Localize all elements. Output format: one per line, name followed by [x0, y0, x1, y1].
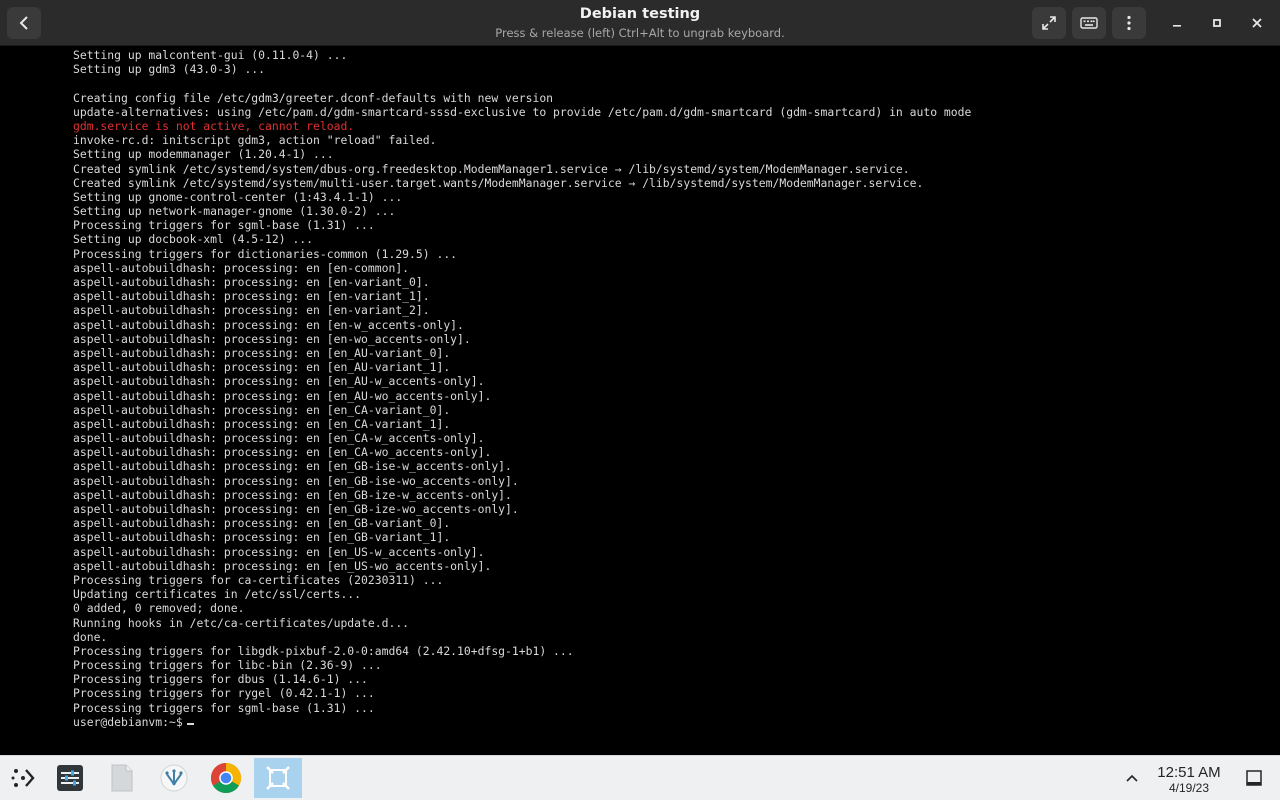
terminal-line: aspell-autobuildhash: processing: en [en… — [73, 388, 492, 403]
terminal-prompt-line[interactable]: user@debianvm:~$ — [73, 715, 971, 729]
files-icon — [111, 764, 133, 792]
terminal-line: aspell-autobuildhash: processing: en [en… — [73, 487, 512, 502]
application-launcher-button[interactable] — [0, 758, 46, 798]
expand-icon — [1042, 16, 1056, 30]
terminal-line: Setting up gdm3 (43.0-3) ... — [73, 62, 266, 77]
terminal-line: Setting up malcontent-gui (0.11.0-4) ... — [73, 48, 348, 62]
keyboard-button[interactable] — [1072, 7, 1106, 39]
terminal-line: Setting up modemmanager (1.20.4-1) ... — [73, 147, 334, 162]
clock-time[interactable]: 12:51 AM — [1148, 764, 1230, 781]
app-launcher-icon — [11, 769, 35, 787]
terminal-line: Created symlink /etc/systemd/system/mult… — [73, 175, 924, 190]
maximize-icon — [1213, 19, 1221, 27]
terminal-line: Processing triggers for sgml-base (1.31)… — [73, 700, 375, 715]
task-virtual-machine[interactable] — [254, 758, 302, 798]
terminal-line: aspell-autobuildhash: processing: en [en… — [73, 459, 512, 474]
system-settings-icon — [57, 765, 83, 791]
show-desktop-button[interactable] — [1232, 758, 1276, 798]
shell-prompt: user@debianvm:~$ — [73, 714, 183, 729]
menu-button[interactable] — [1112, 7, 1146, 39]
text-cursor — [186, 722, 194, 725]
fullscreen-button[interactable] — [1032, 7, 1066, 39]
terminal-line: aspell-autobuildhash: processing: en [en… — [73, 558, 492, 573]
terminal-line: Created symlink /etc/systemd/system/dbus… — [73, 161, 910, 176]
discover-icon — [160, 764, 188, 792]
terminal-line: aspell-autobuildhash: processing: en [en… — [73, 303, 430, 318]
terminal-line: aspell-autobuildhash: processing: en [en… — [73, 345, 451, 360]
terminal-line: Processing triggers for dbus (1.14.6-1) … — [73, 672, 368, 687]
task-chrome[interactable] — [203, 758, 249, 798]
terminal-line: Processing triggers for sgml-base (1.31)… — [73, 218, 375, 233]
terminal-line: Processing triggers for libgdk-pixbuf-2.… — [73, 643, 574, 658]
chrome-icon — [210, 763, 242, 794]
clock-date[interactable]: 4/19/23 — [1148, 781, 1230, 795]
terminal-line: Processing triggers for rygel (0.42.1-1)… — [73, 686, 375, 701]
terminal-line: aspell-autobuildhash: processing: en [en… — [73, 544, 485, 559]
taskbar: 12:51 AM 4/19/23 — [0, 755, 1280, 800]
vm-display-icon — [266, 766, 290, 790]
terminal-line: aspell-autobuildhash: processing: en [en… — [73, 317, 464, 332]
terminal-line: Processing triggers for dictionaries-com… — [73, 246, 458, 261]
terminal-line: update-alternatives: using /etc/pam.d/gd… — [73, 104, 972, 119]
terminal-line: aspell-autobuildhash: processing: en [en… — [73, 374, 485, 389]
show-desktop-icon — [1246, 770, 1262, 786]
keyboard-icon — [1080, 17, 1098, 29]
terminal-line: Creating config file /etc/gdm3/greeter.d… — [73, 90, 554, 105]
terminal-line: invoke-rc.d: initscript gdm3, action "re… — [73, 133, 437, 148]
terminal-line: Setting up docbook-xml (4.5-12) ... — [73, 232, 314, 247]
task-files[interactable] — [99, 758, 145, 798]
terminal-line: Updating certificates in /etc/ssl/certs.… — [73, 587, 362, 602]
close-icon — [1252, 18, 1262, 28]
minimize-icon — [1173, 25, 1181, 27]
terminal-line: 0 added, 0 removed; done. — [73, 601, 245, 616]
terminal-line: aspell-autobuildhash: processing: en [en… — [73, 473, 519, 488]
terminal-line: aspell-autobuildhash: processing: en [en… — [73, 360, 451, 375]
terminal-view[interactable]: Setting up malcontent-gui (0.11.0-4) ...… — [0, 46, 1280, 755]
task-system-settings[interactable] — [47, 758, 93, 798]
window-header: Debian testing Press & release (left) Ct… — [0, 0, 1280, 46]
vertical-dots-icon — [1127, 15, 1131, 31]
minimize-button[interactable] — [1167, 13, 1187, 33]
terminal-line: aspell-autobuildhash: processing: en [en… — [73, 530, 451, 545]
terminal-line: aspell-autobuildhash: processing: en [en… — [73, 445, 492, 460]
terminal-line: aspell-autobuildhash: processing: en [en… — [73, 260, 410, 275]
terminal-line: aspell-autobuildhash: processing: en [en… — [73, 331, 471, 346]
terminal-line: aspell-autobuildhash: processing: en [en… — [73, 516, 451, 531]
terminal-line: aspell-autobuildhash: processing: en [en… — [73, 431, 485, 446]
task-discover[interactable] — [151, 758, 197, 798]
terminal-line: Setting up gnome-control-center (1:43.4.… — [73, 189, 403, 204]
terminal-line: done. — [73, 629, 108, 644]
terminal-line: Running hooks in /etc/ca-certificates/up… — [73, 615, 410, 630]
terminal-line: Processing triggers for libc-bin (2.36-9… — [73, 658, 382, 673]
terminal-line: aspell-autobuildhash: processing: en [en… — [73, 275, 430, 289]
maximize-button[interactable] — [1207, 13, 1227, 33]
terminal-line: Processing triggers for ca-certificates … — [73, 572, 444, 587]
terminal-error-line: gdm.service is not active, cannot reload… — [73, 118, 355, 133]
terminal-line: aspell-autobuildhash: processing: en [en… — [73, 289, 430, 304]
terminal-line: Setting up network-manager-gnome (1.30.0… — [73, 204, 396, 219]
terminal-output: Setting up malcontent-gui (0.11.0-4) ...… — [73, 48, 971, 729]
chevron-up-icon — [1126, 774, 1138, 782]
terminal-line: aspell-autobuildhash: processing: en [en… — [73, 416, 451, 431]
close-button[interactable] — [1247, 13, 1267, 33]
terminal-line: aspell-autobuildhash: processing: en [en… — [73, 502, 519, 516]
terminal-line: aspell-autobuildhash: processing: en [en… — [73, 402, 451, 417]
